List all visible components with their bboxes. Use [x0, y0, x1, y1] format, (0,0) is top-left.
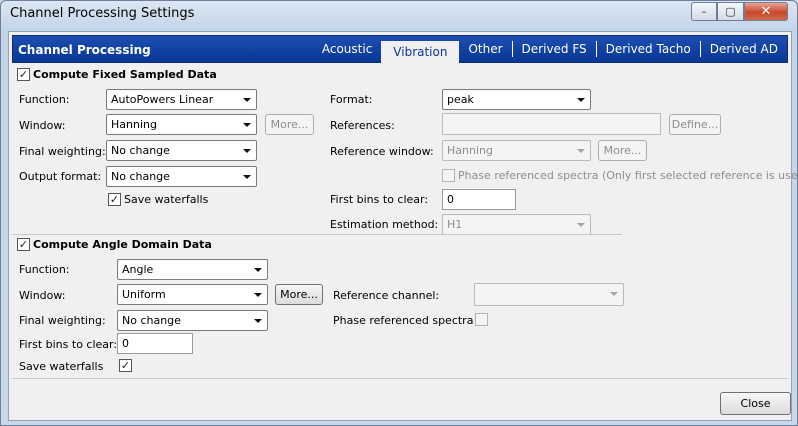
format-label: Format: [330, 93, 373, 106]
format-value: peak [447, 93, 474, 106]
chevron-down-icon [243, 98, 251, 102]
chevron-down-icon [577, 98, 585, 102]
define-button[interactable]: Define... [669, 114, 721, 135]
reference-channel-dropdown[interactable] [474, 283, 624, 306]
fixed-output-label: Output format: [19, 170, 102, 183]
reference-window-value: Hanning [447, 144, 493, 157]
chevron-down-icon [254, 268, 262, 272]
minimize-button[interactable]: – [691, 2, 717, 21]
tab-derived-fs[interactable]: Derived FS [511, 41, 596, 57]
angle-weighting-dropdown[interactable]: No change [117, 310, 268, 331]
angle-window-label: Window: [19, 289, 66, 302]
fixed-window-value: Hanning [111, 118, 157, 131]
window-title: Channel Processing Settings [10, 6, 195, 21]
angle-first-bins-label: First bins to clear: [19, 338, 118, 351]
fixed-window-more-button[interactable]: More... [265, 114, 314, 135]
fixed-phase-referenced-checkbox[interactable] [442, 169, 455, 182]
reference-window-more-button[interactable]: More... [598, 140, 647, 161]
angle-weighting-value: No change [122, 314, 181, 327]
fixed-window-label: Window: [19, 119, 66, 132]
dialog-client-area: Channel Processing Acoustic Vibration Ot… [8, 31, 798, 421]
chevron-down-icon [243, 149, 251, 153]
angle-save-waterfalls-label: Save waterfalls [19, 360, 104, 373]
angle-window-value: Uniform [122, 288, 166, 301]
dialog-window: Channel Processing Settings – ▢ ✕ Channe… [0, 0, 798, 426]
angle-window-dropdown[interactable]: Uniform [117, 284, 268, 305]
fixed-function-dropdown[interactable]: AutoPowers Linear [106, 89, 257, 110]
fixed-function-label: Function: [19, 93, 70, 106]
fixed-window-dropdown[interactable]: Hanning [106, 114, 257, 135]
footer-divider [12, 378, 788, 379]
compute-fixed-checkbox[interactable]: ✓ [17, 68, 30, 81]
section-divider [12, 234, 622, 235]
tab-vibration[interactable]: Vibration [381, 41, 460, 63]
fixed-weighting-label: Final weighting: [19, 145, 106, 158]
angle-window-more-button[interactable]: More... [275, 284, 323, 305]
angle-first-bins-input[interactable]: 0 [117, 333, 193, 354]
angle-first-bins-value: 0 [122, 337, 129, 350]
compute-angle-label: Compute Angle Domain Data [33, 238, 212, 251]
angle-weighting-label: Final weighting: [19, 314, 106, 327]
angle-function-label: Function: [19, 263, 70, 276]
angle-phase-referenced-label: Phase referenced spectra [333, 314, 474, 327]
chevron-down-icon [610, 292, 618, 296]
fixed-save-waterfalls-label: Save waterfalls [124, 193, 209, 206]
fixed-weighting-dropdown[interactable]: No change [106, 140, 257, 161]
format-dropdown[interactable]: peak [442, 89, 591, 110]
fixed-phase-referenced-label: Phase referenced spectra (Only first sel… [458, 169, 798, 182]
chevron-down-icon [254, 293, 262, 297]
angle-phase-referenced-checkbox[interactable] [475, 313, 488, 326]
compute-fixed-label: Compute Fixed Sampled Data [33, 68, 217, 81]
close-button[interactable]: Close [720, 392, 791, 415]
fixed-first-bins-value: 0 [447, 193, 454, 206]
angle-function-value: Angle [122, 263, 154, 276]
fixed-first-bins-label: First bins to clear: [330, 193, 429, 206]
tab-derived-tacho[interactable]: Derived Tacho [595, 41, 700, 57]
chevron-down-icon [243, 175, 251, 179]
estimation-method-label: Estimation method: [330, 218, 439, 231]
fixed-weighting-value: No change [111, 144, 170, 157]
estimation-method-value: H1 [447, 218, 463, 231]
maximize-button[interactable]: ▢ [717, 2, 744, 21]
tab-other[interactable]: Other [459, 41, 511, 57]
close-window-button[interactable]: ✕ [744, 2, 788, 21]
references-label: References: [330, 119, 395, 132]
section-header-bar: Channel Processing Acoustic Vibration Ot… [12, 35, 788, 63]
angle-save-waterfalls-checkbox[interactable]: ✓ [119, 359, 132, 372]
fixed-first-bins-input[interactable]: 0 [442, 189, 516, 210]
estimation-method-dropdown[interactable]: H1 [442, 214, 591, 235]
chevron-down-icon [243, 123, 251, 127]
chevron-down-icon [254, 319, 262, 323]
references-field[interactable] [442, 113, 661, 135]
fixed-output-value: No change [111, 170, 170, 183]
chevron-down-icon [577, 149, 585, 153]
compute-angle-checkbox[interactable]: ✓ [17, 238, 30, 251]
reference-channel-label: Reference channel: [333, 289, 440, 302]
reference-window-dropdown[interactable]: Hanning [442, 140, 591, 161]
fixed-output-dropdown[interactable]: No change [106, 166, 257, 187]
tab-derived-ad[interactable]: Derived AD [699, 41, 787, 57]
reference-window-label: Reference window: [330, 145, 434, 158]
tab-acoustic[interactable]: Acoustic [313, 41, 381, 57]
chevron-down-icon [577, 223, 585, 227]
tab-strip: Acoustic Vibration Other Derived FS Deri… [313, 36, 787, 63]
header-title: Channel Processing [18, 43, 151, 57]
fixed-save-waterfalls-checkbox[interactable]: ✓ [108, 193, 121, 206]
fixed-function-value: AutoPowers Linear [111, 93, 214, 106]
angle-function-dropdown[interactable]: Angle [117, 259, 268, 280]
